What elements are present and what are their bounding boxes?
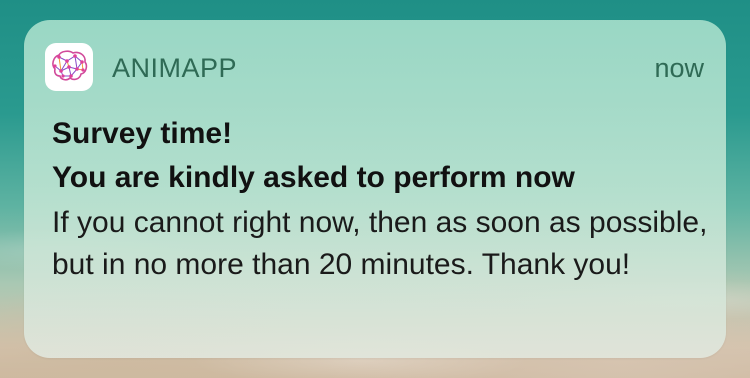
app-icon (45, 43, 93, 91)
notification-timestamp: now (654, 53, 704, 83)
notification-body: If you cannot right now, then as soon as… (52, 206, 708, 281)
notification-banner[interactable]: ANIMAPP now Survey time! You are kindly … (24, 20, 726, 358)
notification-subtitle: You are kindly asked to perform now (52, 161, 575, 194)
app-name: ANIMAPP (112, 53, 238, 83)
brain-network-icon (52, 50, 88, 81)
notification-title: Survey time! (52, 117, 233, 150)
